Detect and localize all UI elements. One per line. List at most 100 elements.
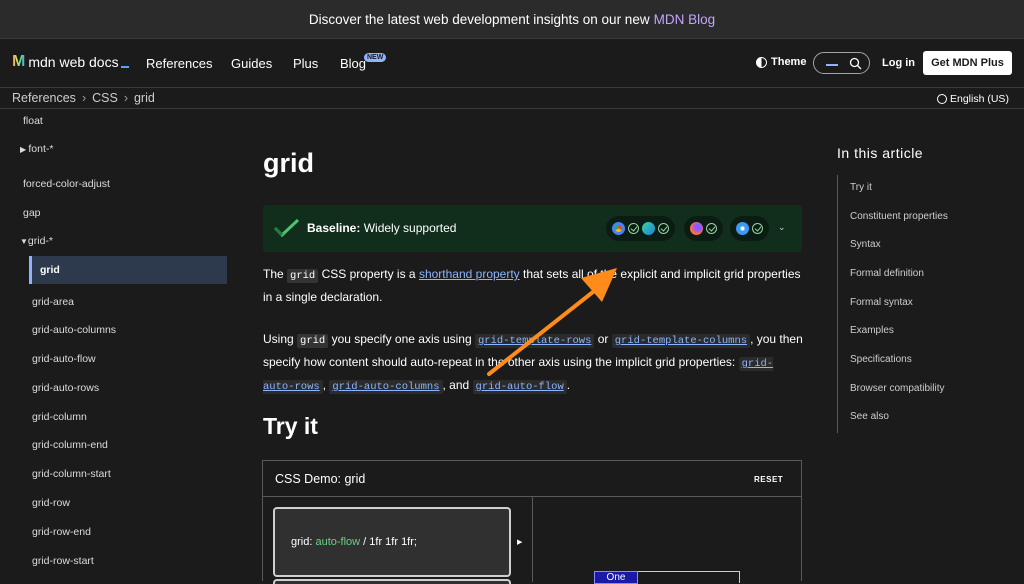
logo-text: mdn web docs: [28, 54, 119, 70]
sidebar-item-grid-auto-flow[interactable]: grid-auto-flow: [32, 353, 96, 365]
code-keyword: auto-flow: [315, 536, 361, 548]
sidebar-item-forced-color-adjust[interactable]: forced-color-adjust: [23, 178, 110, 190]
toc-item-formal-definition[interactable]: Formal definition: [850, 268, 1000, 279]
theme-label: Theme: [771, 56, 807, 68]
triangle-down-icon: ▼: [20, 237, 28, 246]
usage-paragraph: Using grid you specify one axis using gr…: [263, 329, 803, 398]
sidebar-item-grid-row-start[interactable]: grid-row-start: [32, 555, 94, 567]
sidebar-item-grid-auto-columns[interactable]: grid-auto-columns: [32, 324, 116, 336]
intro-paragraph: The grid CSS property is a shorthand pro…: [263, 264, 803, 308]
text: The: [263, 267, 288, 281]
firefox-icon: [690, 222, 703, 235]
language-switcher[interactable]: English (US): [937, 93, 1009, 105]
check-icon: [706, 223, 717, 234]
sidebar-item-label: grid-*: [27, 235, 54, 247]
check-icon: [628, 223, 639, 234]
search-button[interactable]: [813, 52, 870, 74]
browser-group-firefox: [684, 216, 723, 241]
baseline-strong: Baseline:: [307, 221, 361, 235]
nav-guides[interactable]: Guides: [231, 56, 272, 71]
sidebar-item-grid-row-end[interactable]: grid-row-end: [32, 526, 91, 538]
mdn-blog-link[interactable]: MDN Blog: [654, 12, 716, 27]
text: or: [594, 332, 612, 346]
text: , and: [442, 378, 473, 392]
new-badge: NEW: [364, 53, 387, 62]
toc-item-examples[interactable]: Examples: [850, 325, 1000, 336]
nav-references[interactable]: References: [146, 56, 212, 71]
sidebar-item-grid-group[interactable]: ▼grid-*: [20, 235, 53, 247]
language-label: English (US): [950, 93, 1009, 105]
m-logo-icon: M: [12, 53, 26, 70]
sidebar-item-grid-auto-rows[interactable]: grid-auto-rows: [32, 382, 99, 394]
banner-text: Discover the latest web development insi…: [308, 11, 650, 27]
text: you specify one axis using: [328, 332, 475, 346]
toc-item-constituent-properties[interactable]: Constituent properties: [850, 211, 1000, 222]
demo-code-option[interactable]: grid: auto-flow / 1fr 1fr 1fr;: [273, 507, 511, 577]
logo-underscore-icon: [120, 66, 129, 68]
sidebar-item-grid[interactable]: grid: [40, 264, 60, 276]
sidebar-item-font[interactable]: ▶ font-*: [20, 143, 53, 155]
breadcrumb-references[interactable]: References: [12, 91, 76, 105]
theme-icon: [756, 56, 767, 68]
search-cursor: [826, 64, 838, 66]
baseline-banner[interactable]: Baseline: Widely supported: [263, 205, 802, 252]
breadcrumb-css[interactable]: CSS: [92, 91, 118, 105]
baseline-status: Widely supported: [363, 221, 457, 235]
login-link[interactable]: Log in: [882, 57, 915, 69]
toc-item-see-also[interactable]: See also: [850, 411, 1000, 422]
sidebar-item-float[interactable]: float: [23, 115, 43, 127]
check-icon: [658, 223, 669, 234]
sidebar-item-grid-row[interactable]: grid-row: [32, 497, 70, 509]
breadcrumb-bar: References › CSS › grid English (US): [0, 87, 1024, 109]
baseline-check-icon: [273, 218, 300, 238]
grid-template-columns-link[interactable]: grid-template-columns: [611, 334, 751, 348]
grid-template-rows-link[interactable]: grid-template-rows: [474, 334, 595, 348]
breadcrumb-grid[interactable]: grid: [134, 91, 155, 105]
demo-grid-cell: One: [594, 571, 638, 584]
search-icon: [849, 57, 862, 70]
sidebar-item-grid-column-end[interactable]: grid-column-end: [32, 439, 108, 451]
demo-code-option-next[interactable]: [273, 579, 511, 584]
code-prop: grid:: [291, 536, 316, 548]
sidebar-item-grid-column[interactable]: grid-column: [32, 411, 87, 423]
toc-item-try-it[interactable]: Try it: [850, 182, 1000, 193]
sidebar-item-grid-column-start[interactable]: grid-column-start: [32, 468, 111, 480]
toc-item-syntax[interactable]: Syntax: [850, 239, 1000, 250]
toc-item-browser-compatibility[interactable]: Browser compatibility: [850, 383, 1000, 394]
safari-icon: [736, 222, 749, 235]
theme-button[interactable]: Theme: [756, 56, 806, 68]
css-demo-panel: CSS Demo: grid RESET grid: auto-flow / 1…: [262, 460, 802, 584]
toc-heading: In this article: [837, 145, 924, 161]
mdn-logo[interactable]: M mdn web docs: [12, 53, 129, 71]
toc-item-specifications[interactable]: Specifications: [850, 354, 1000, 365]
grid-auto-columns-link[interactable]: grid-auto-columns: [329, 380, 443, 394]
demo-title: CSS Demo: grid: [275, 472, 366, 486]
get-mdn-plus-button[interactable]: Get MDN Plus: [923, 51, 1012, 75]
text: .: [566, 378, 571, 392]
chevron-down-icon[interactable]: ⌄: [778, 222, 786, 233]
toc-rail: [837, 175, 838, 433]
browser-group-chromium: [606, 216, 675, 241]
code-rest: / 1fr 1fr 1fr;: [360, 536, 417, 548]
edge-icon: [642, 222, 655, 235]
breadcrumb: References › CSS › grid: [12, 91, 155, 105]
caret-right-icon: ▶: [517, 539, 523, 546]
announcement-banner: Discover the latest web development insi…: [0, 0, 1024, 39]
nav-plus[interactable]: Plus: [293, 56, 318, 71]
text: CSS property is a: [318, 267, 419, 281]
page-title: grid: [263, 148, 314, 178]
inline-code: grid: [297, 334, 329, 348]
sidebar-item-grid-area[interactable]: grid-area: [32, 296, 74, 308]
reset-button[interactable]: RESET: [754, 475, 783, 484]
inline-code: grid: [287, 269, 319, 283]
grid-auto-flow-link[interactable]: grid-auto-flow: [472, 380, 567, 394]
sidebar-item-gap[interactable]: gap: [23, 207, 41, 219]
text: Using: [263, 332, 298, 346]
demo-code-text: grid: auto-flow / 1fr 1fr 1fr;: [291, 536, 417, 548]
shorthand-property-link[interactable]: shorthand property: [419, 267, 520, 281]
chrome-icon: [612, 222, 625, 235]
demo-header: CSS Demo: grid RESET: [263, 461, 801, 497]
toc-item-formal-syntax[interactable]: Formal syntax: [850, 297, 1000, 308]
nav-blog[interactable]: Blog: [340, 56, 366, 71]
demo-divider: [532, 497, 533, 582]
